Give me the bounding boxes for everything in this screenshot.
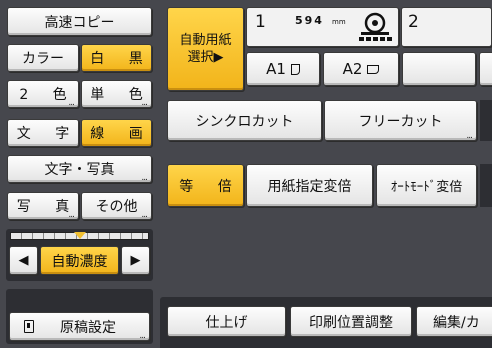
density-lighter-button[interactable]: ◀ xyxy=(9,246,38,275)
paper-specified-zoom-button[interactable]: 用紙指定変倍 xyxy=(246,164,373,207)
photo-mode-label: 写 真 xyxy=(16,199,79,215)
roll-1-number: 1 xyxy=(255,12,266,32)
paper-roll-icon xyxy=(359,12,392,41)
portrait-sheet-icon xyxy=(290,63,300,75)
roll-2-status: 2 xyxy=(401,7,492,47)
right-arrow-icon: ▶ xyxy=(130,253,141,268)
landscape-sheet-icon xyxy=(367,64,380,74)
paper-a2-button[interactable]: A2 xyxy=(323,52,399,86)
high-speed-copy-button[interactable]: 高速コピー xyxy=(7,7,152,36)
black-white-label: 白 黒 xyxy=(90,51,152,67)
tab-finishing-label: 仕上げ xyxy=(205,314,248,331)
same-size-label: 等 倍 xyxy=(179,178,242,195)
text-mode-button[interactable]: 文 字 xyxy=(7,119,79,147)
auto-mode-zoom-label: ｵｰﾄﾓｰﾄﾞ変倍 xyxy=(390,180,463,195)
auto-paper-select-button[interactable]: 自動用紙 選択▶ xyxy=(167,7,244,91)
single-color-button[interactable]: 単 色 xyxy=(81,80,152,108)
paper-a2-label: A2 xyxy=(342,60,363,78)
line-art-mode-label: 線 画 xyxy=(90,126,152,142)
paper-a1-button[interactable]: A1 xyxy=(246,52,320,86)
tab-edit-label: 編集/カ xyxy=(433,314,480,331)
free-cut-button[interactable]: フリーカット xyxy=(324,100,477,141)
text-mode-label: 文 字 xyxy=(16,126,79,142)
tab-edit[interactable]: 編集/カ xyxy=(416,306,492,337)
free-cut-label: フリーカット xyxy=(358,113,443,130)
zoom-panel-edge xyxy=(480,164,492,207)
tab-finishing[interactable]: 仕上げ xyxy=(167,306,286,337)
synchro-cut-label: シンクロカット xyxy=(195,113,294,130)
text-photo-mode-label: 文字・写真 xyxy=(44,162,115,178)
line-art-mode-button[interactable]: 線 画 xyxy=(81,119,152,147)
high-speed-copy-label: 高速コピー xyxy=(44,14,115,31)
auto-density-button[interactable]: 自動濃度 xyxy=(40,246,119,275)
black-white-button[interactable]: 白 黒 xyxy=(81,44,152,72)
roll-1-unit: mm xyxy=(332,18,346,26)
auto-paper-select-label-2: 選択▶ xyxy=(187,50,224,65)
single-color-label: 単 色 xyxy=(90,87,152,103)
roll-1-width: 594 xyxy=(295,14,324,27)
auto-mode-zoom-button[interactable]: ｵｰﾄﾓｰﾄﾞ変倍 xyxy=(376,164,477,207)
paper-specified-zoom-label: 用紙指定変倍 xyxy=(267,178,352,195)
roll-2-number: 2 xyxy=(408,12,419,32)
paper-empty-button-2[interactable] xyxy=(479,52,492,86)
cut-panel-edge xyxy=(480,100,492,141)
color-button[interactable]: カラー xyxy=(7,44,79,72)
other-mode-button[interactable]: その他 xyxy=(81,192,152,220)
density-darker-button[interactable]: ▶ xyxy=(121,246,150,275)
paper-a1-label: A1 xyxy=(266,60,286,78)
left-arrow-icon: ◀ xyxy=(18,253,29,268)
auto-paper-select-label-1: 自動用紙 xyxy=(179,33,232,48)
photo-mode-button[interactable]: 写 真 xyxy=(7,192,79,220)
tab-print-position-label: 印刷位置調整 xyxy=(309,314,393,331)
paper-empty-button-1[interactable] xyxy=(402,52,476,86)
original-settings-label: 原稿設定 xyxy=(60,319,116,336)
two-color-label: 2 色 xyxy=(19,87,77,103)
two-color-button[interactable]: 2 色 xyxy=(7,80,79,108)
other-mode-label: その他 xyxy=(95,199,138,215)
original-document-icon xyxy=(24,320,34,333)
original-settings-button[interactable]: 原稿設定 xyxy=(9,312,150,341)
tab-print-position[interactable]: 印刷位置調整 xyxy=(290,306,412,337)
synchro-cut-button[interactable]: シンクロカット xyxy=(167,100,322,141)
color-label: カラー xyxy=(22,51,64,67)
roll-1-status: 1 594 mm xyxy=(246,7,399,47)
same-size-button[interactable]: 等 倍 xyxy=(167,164,244,207)
density-indicator-icon xyxy=(74,232,86,239)
text-photo-mode-button[interactable]: 文字・写真 xyxy=(7,155,152,183)
auto-density-label: 自動濃度 xyxy=(51,253,108,270)
